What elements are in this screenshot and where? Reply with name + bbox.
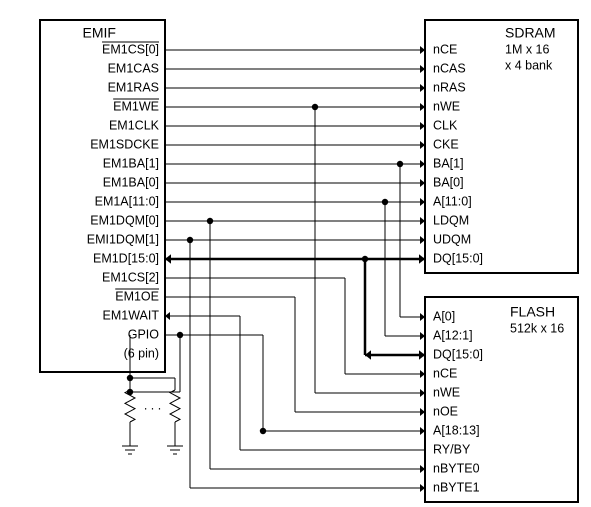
- resistor-ellipsis: . . .: [144, 398, 161, 412]
- emif-pin-label: EM1WE: [113, 99, 159, 113]
- sdram-pin-label: nCE: [433, 42, 457, 56]
- emif-pin-label: EM1WAIT: [103, 308, 160, 322]
- sdram-sub1: 1M x 16: [505, 42, 550, 56]
- emif-pin-label: EM1D[15:0]: [93, 251, 159, 265]
- emif-pin-label: EM1RAS: [108, 80, 159, 94]
- flash-pin-label: nOE: [433, 404, 458, 418]
- flash-title: FLASH: [510, 304, 555, 320]
- emif-pin-label: EM1CS[2]: [102, 270, 159, 284]
- emif-pin-label: EM1CS[0]: [102, 42, 159, 56]
- sdram-pin-label: nCAS: [433, 61, 466, 75]
- emif-pin-label: EM1BA[0]: [103, 175, 159, 189]
- emif-pin-label: EM1A[11:0]: [95, 194, 159, 208]
- sdram-pin-label: BA[0]: [433, 175, 464, 189]
- emif-pin-label: EMI1DQM[1]: [87, 232, 159, 246]
- sdram-pin-label: BA[1]: [433, 156, 464, 170]
- sdram-pin-label: CKE: [433, 137, 459, 151]
- flash-pin-label: nCE: [433, 366, 457, 380]
- emif-pin-label: EM1OE: [115, 289, 159, 303]
- emif-pin-label: EM1CLK: [109, 118, 160, 132]
- sdram-pin-label: UDQM: [433, 232, 471, 246]
- emif-pin-label: EM1SDCKE: [90, 137, 159, 151]
- junction-dot: [260, 428, 266, 434]
- flash-pin-label: nWE: [433, 385, 460, 399]
- sdram-pin-label: DQ[15:0]: [433, 251, 483, 265]
- resistor-icon: [170, 390, 180, 422]
- sdram-pin-label: CLK: [433, 118, 458, 132]
- sdram-pin-label: nWE: [433, 99, 460, 113]
- emif-pin-label: EM1CAS: [108, 61, 159, 75]
- flash-pin-label: A[0]: [433, 309, 455, 323]
- emif-pin-label: (6 pin): [124, 346, 159, 360]
- flash-pin-label: nBYTE0: [433, 461, 480, 475]
- junction-dot: [127, 389, 133, 395]
- emif-pin-label: GPIO: [128, 327, 160, 341]
- sdram-pin-label: LDQM: [433, 213, 469, 227]
- sdram-sub2: x 4 bank: [505, 58, 553, 72]
- flash-pin-label: nBYTE1: [433, 480, 480, 494]
- flash-pin-label: A[18:13]: [433, 423, 480, 437]
- junction-dot: [177, 332, 183, 338]
- flash-pin-label: A[12:1]: [433, 328, 473, 342]
- emif-title: EMIF: [83, 25, 116, 41]
- flash-pin-label: DQ[15:0]: [433, 347, 483, 361]
- emif-pin-label: EM1BA[1]: [103, 156, 159, 170]
- flash-sub: 512k x 16: [510, 321, 564, 335]
- flash-pin-label: RY/BY: [433, 442, 471, 456]
- sdram-pin-label: nRAS: [433, 80, 466, 94]
- emif-pin-label: EM1DQM[0]: [90, 213, 159, 227]
- sdram-pin-label: A[11:0]: [433, 194, 472, 208]
- sdram-title: SDRAM: [505, 25, 556, 41]
- emif-wiring-diagram: EMIF SDRAM1M x 16 x 4 bank FLASH512k x 16 EM…: [0, 0, 591, 507]
